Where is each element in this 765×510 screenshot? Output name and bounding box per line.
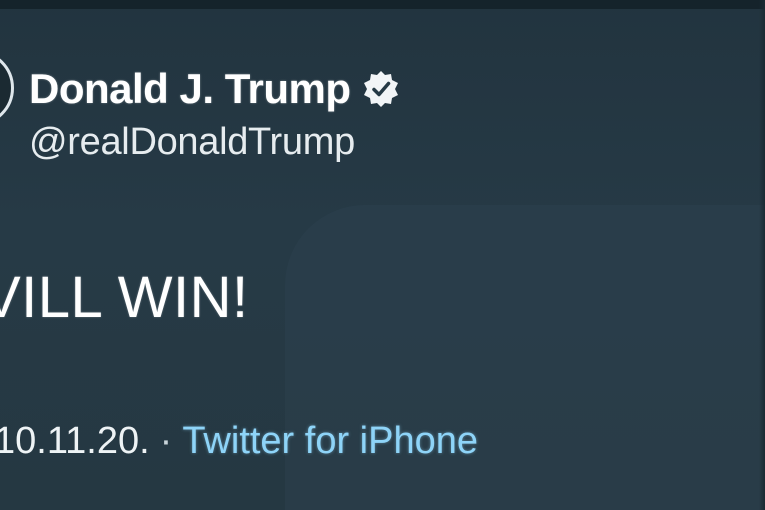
tweet-date[interactable]: 10.11.20. (0, 420, 150, 463)
author-display-name[interactable]: Donald J. Trump (29, 65, 351, 113)
avatar[interactable] (0, 50, 14, 126)
background-shape (285, 205, 765, 510)
author-name-row: Donald J. Trump (29, 64, 401, 114)
tweet-card: Donald J. Trump @realDonaldTrump VILL WI… (0, 0, 765, 510)
tweet-meta: 10.11.20. · Twitter for iPhone (0, 420, 478, 463)
author-handle[interactable]: @realDonaldTrump (29, 121, 355, 164)
meta-separator: · (159, 420, 173, 462)
tweet-source-link[interactable]: Twitter for iPhone (182, 420, 478, 463)
tweet-text: VILL WIN! (0, 265, 249, 330)
verified-badge-icon (361, 69, 401, 109)
right-border (759, 0, 765, 510)
top-border (0, 0, 765, 9)
